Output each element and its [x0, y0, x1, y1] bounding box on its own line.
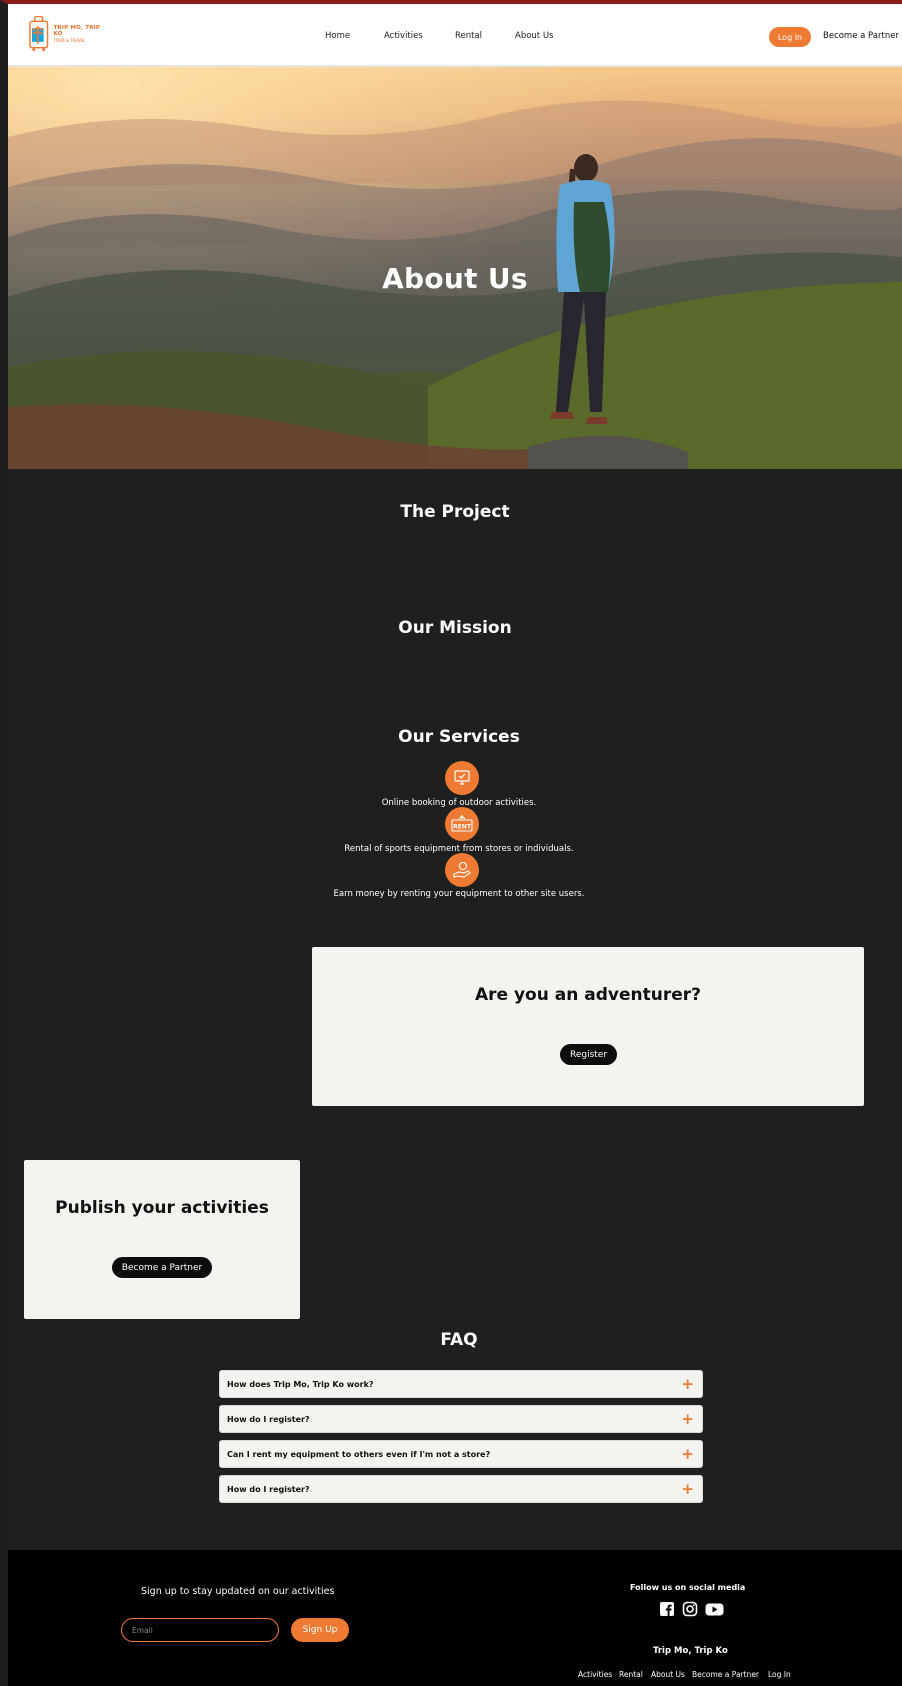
computer-booking-icon: [445, 761, 479, 795]
nav-home[interactable]: Home: [325, 31, 350, 41]
footer-link-become-partner[interactable]: Become a Partner: [692, 1670, 759, 1679]
instagram-icon[interactable]: [682, 1601, 698, 1617]
adventurer-card-title: Are you an adventurer?: [474, 985, 701, 1005]
footer-link-login[interactable]: Log In: [768, 1670, 791, 1679]
plus-icon[interactable]: +: [681, 1375, 694, 1393]
faq-title: FAQ: [440, 1330, 478, 1350]
site-logo[interactable]: TRIP MO, TRIP KO TOUR & TRAVEL: [28, 16, 110, 52]
nav-activities[interactable]: Activities: [384, 31, 423, 41]
footer-link-about-us[interactable]: About Us: [651, 1670, 685, 1679]
page-title: About Us: [382, 262, 528, 295]
plus-icon[interactable]: +: [681, 1445, 694, 1463]
become-partner-link[interactable]: Become a Partner: [823, 31, 899, 41]
project-title: The Project: [400, 502, 510, 522]
suitcase-logo-icon: [29, 16, 49, 52]
site-header: TRIP MO, TRIP KO TOUR & TRAVEL Home Acti…: [8, 4, 902, 67]
mission-title: Our Mission: [398, 618, 512, 638]
footer-link-rental[interactable]: Rental: [619, 1670, 643, 1679]
email-input[interactable]: [121, 1618, 279, 1642]
publish-card-title: Publish your activities: [55, 1198, 269, 1218]
plus-icon[interactable]: +: [681, 1410, 694, 1428]
register-button[interactable]: Register: [560, 1044, 617, 1065]
footer-brand-name: Trip Mo, Trip Ko: [653, 1646, 728, 1656]
site-footer: Sign up to stay updated on our activitie…: [8, 1550, 902, 1686]
follow-social-title: Follow us on social media: [630, 1583, 746, 1592]
nav-rental[interactable]: Rental: [455, 31, 482, 41]
page-frame: TRIP MO, TRIP KO TOUR & TRAVEL Home Acti…: [0, 0, 902, 1686]
newsletter-text: Sign up to stay updated on our activitie…: [141, 1586, 335, 1597]
plus-icon[interactable]: +: [681, 1480, 694, 1498]
faq-question: How does Trip Mo, Trip Ko work?: [227, 1380, 374, 1389]
faq-item[interactable]: How do I register? +: [219, 1475, 703, 1503]
services-title: Our Services: [398, 727, 520, 747]
faq-question: Can I rent my equipment to others even i…: [227, 1450, 491, 1459]
service-text-earn: Earn money by renting your equipment to …: [333, 889, 585, 899]
rent-sign-icon: RENT: [445, 807, 479, 841]
logo-name: TRIP MO, TRIP KO: [53, 25, 101, 37]
login-button[interactable]: Log In: [769, 27, 811, 47]
faq-item[interactable]: How does Trip Mo, Trip Ko work? +: [219, 1370, 703, 1398]
footer-link-activities[interactable]: Activities: [578, 1670, 612, 1679]
publish-activities-card: Publish your activities Become a Partner: [24, 1160, 300, 1319]
service-text-rental: Rental of sports equipment from stores o…: [344, 844, 574, 854]
faq-item[interactable]: How do I register? +: [219, 1405, 703, 1433]
faq-item[interactable]: Can I rent my equipment to others even i…: [219, 1440, 703, 1468]
faq-question: How do I register?: [227, 1485, 310, 1494]
signup-button[interactable]: Sign Up: [291, 1618, 349, 1642]
facebook-icon[interactable]: [659, 1601, 675, 1617]
become-partner-button[interactable]: Become a Partner: [112, 1257, 212, 1278]
logo-tagline: TOUR & TRAVEL: [53, 38, 86, 43]
money-hand-icon: [445, 853, 479, 887]
rent-badge-label: RENT: [453, 824, 472, 831]
hero-banner: About Us: [8, 67, 902, 469]
service-text-booking: Online booking of outdoor activities.: [381, 798, 537, 808]
youtube-icon[interactable]: [705, 1601, 724, 1617]
adventurer-card: Are you an adventurer? Register: [312, 947, 864, 1106]
faq-question: How do I register?: [227, 1415, 310, 1424]
nav-about-us[interactable]: About Us: [515, 31, 553, 41]
